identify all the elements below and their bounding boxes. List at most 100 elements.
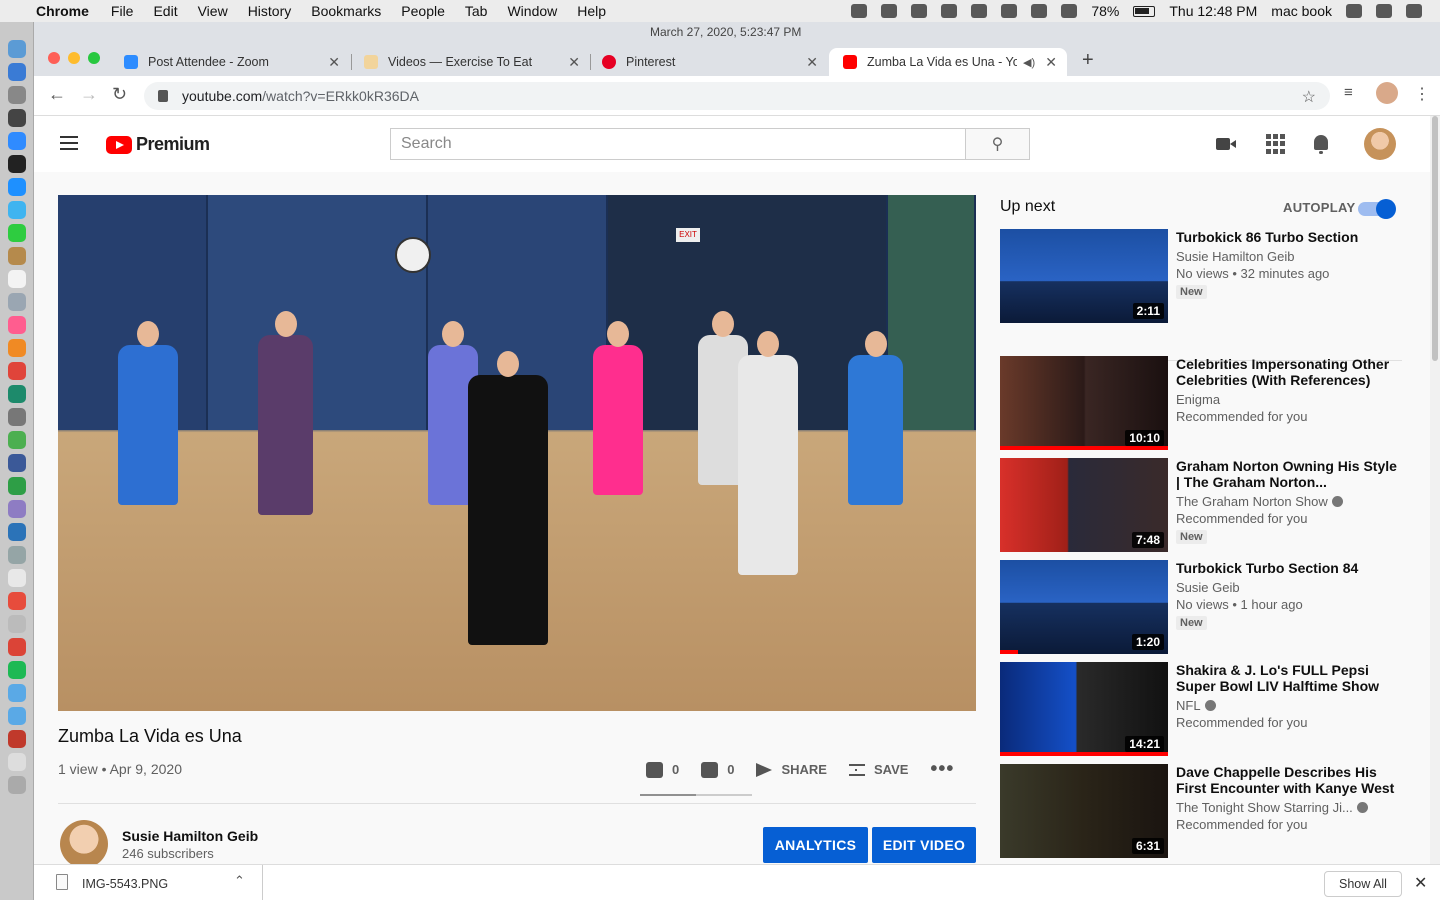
back-arrow-icon[interactable]: ← <box>48 84 66 105</box>
siri-dock-icon[interactable] <box>7 63 26 81</box>
menu-app-name[interactable]: Chrome <box>36 3 89 19</box>
menu-edit[interactable]: Edit <box>153 3 177 19</box>
cloud-icon[interactable] <box>881 4 898 18</box>
reload-icon[interactable]: ↻ <box>112 84 127 105</box>
preview-icon[interactable] <box>7 293 26 311</box>
photo-booth-icon[interactable] <box>7 155 26 173</box>
minimize-window-button[interactable] <box>68 52 80 64</box>
app-icon-9[interactable] <box>7 592 26 610</box>
lock-icon[interactable] <box>158 90 168 102</box>
page-scrollbar[interactable] <box>1430 116 1440 864</box>
video-title[interactable]: Dave Chappelle Describes His First Encou… <box>1176 764 1398 796</box>
close-icon[interactable]: ✕ <box>1414 873 1427 893</box>
tab-zoom[interactable]: Post Attendee - Zoom ✕ <box>110 48 350 76</box>
dislike-button[interactable]: 0 <box>701 761 734 778</box>
more-actions-icon[interactable]: ••• <box>930 758 954 781</box>
app-icon-1[interactable] <box>7 385 26 403</box>
chrome-menu-icon[interactable]: ⋮ <box>1414 84 1430 104</box>
bluetooth-icon[interactable] <box>971 4 988 18</box>
maximize-window-button[interactable] <box>88 52 100 64</box>
search-input[interactable]: Search <box>390 128 966 160</box>
airplay-icon[interactable] <box>1031 4 1048 18</box>
video-thumbnail[interactable]: 10:10 <box>1000 356 1168 450</box>
video-thumbnail[interactable]: 1:20 <box>1000 560 1168 654</box>
audio-playing-icon[interactable]: ◀) <box>1023 56 1035 69</box>
battery-icon[interactable] <box>1133 5 1156 17</box>
chevron-up-icon[interactable]: ⌃ <box>234 873 245 889</box>
dashboard-icon[interactable] <box>7 109 26 127</box>
close-tab-icon[interactable]: ✕ <box>1045 54 1057 71</box>
spotlight-icon[interactable] <box>1346 4 1362 18</box>
app-icon-6[interactable] <box>7 523 26 541</box>
messages-icon[interactable] <box>7 201 26 219</box>
address-bar[interactable]: youtube.com/watch?v=ERkk0kR36DA ☆ <box>144 82 1330 110</box>
download-filename[interactable]: IMG-5543.PNG <box>82 877 168 891</box>
edit-video-button[interactable]: EDIT VIDEO <box>872 827 976 863</box>
photos-icon[interactable] <box>7 362 26 380</box>
tab-pinterest[interactable]: Pinterest ✕ <box>588 48 828 76</box>
launchpad-icon[interactable] <box>7 86 26 104</box>
video-thumbnail[interactable]: 14:21 <box>1000 662 1168 756</box>
new-tab-button[interactable]: + <box>1082 49 1094 72</box>
video-thumbnail[interactable]: 7:48 <box>1000 458 1168 552</box>
menu-history[interactable]: History <box>248 3 292 19</box>
autoplay-toggle[interactable] <box>1358 199 1396 219</box>
recommended-video[interactable]: 1:20 Turbokick Turbo Section 84 Susie Ge… <box>1000 560 1402 654</box>
app-icon-3[interactable] <box>7 454 26 472</box>
tab-exercise-to-eat[interactable]: Videos — Exercise To Eat ✕ <box>350 48 590 76</box>
volume-icon[interactable] <box>1061 4 1078 18</box>
close-tab-icon[interactable]: ✕ <box>806 54 818 71</box>
system-preferences-icon[interactable] <box>7 408 26 426</box>
recommended-video[interactable]: 14:21 Shakira & J. Lo's FULL Pepsi Super… <box>1000 662 1402 756</box>
app-icon-4[interactable] <box>7 477 26 495</box>
document-icon[interactable] <box>7 753 26 771</box>
account-avatar[interactable] <box>1364 128 1396 160</box>
chrome-icon[interactable] <box>7 638 26 656</box>
menu-user[interactable]: mac book <box>1271 3 1332 19</box>
video-thumbnail[interactable]: 2:11 <box>1000 229 1168 323</box>
app-icon-10[interactable] <box>7 730 26 748</box>
menu-window[interactable]: Window <box>507 3 557 19</box>
search-button[interactable]: ⚲ <box>965 128 1030 160</box>
like-button[interactable]: 0 <box>646 761 679 778</box>
menu-tab[interactable]: Tab <box>465 3 488 19</box>
scrollbar-thumb[interactable] <box>1432 116 1438 361</box>
video-title[interactable]: Graham Norton Owning His Style | The Gra… <box>1176 458 1398 490</box>
profile-avatar[interactable] <box>1376 82 1398 104</box>
dropbox-icon[interactable] <box>851 4 868 18</box>
menu-view[interactable]: View <box>198 3 228 19</box>
recommended-video[interactable]: 6:31 Dave Chappelle Describes His First … <box>1000 764 1402 858</box>
downloads-folder-icon[interactable] <box>7 707 26 725</box>
save-button[interactable]: SAVE <box>848 762 908 777</box>
notification-center-icon[interactable] <box>1406 4 1422 18</box>
bookmark-star-icon[interactable]: ☆ <box>1302 87 1316 107</box>
close-window-button[interactable] <box>48 52 60 64</box>
malwarebytes-icon[interactable] <box>911 4 928 18</box>
tab-youtube-active[interactable]: Zumba La Vida es Una - Yo ◀) ✕ <box>829 48 1067 76</box>
forward-arrow-icon[interactable]: → <box>80 84 98 105</box>
finder-icon[interactable] <box>7 40 26 58</box>
facetime-icon[interactable] <box>7 224 26 242</box>
app-icon-2[interactable] <box>7 431 26 449</box>
folder-icon[interactable] <box>7 684 26 702</box>
app-store-icon[interactable] <box>7 132 26 150</box>
recommended-video[interactable]: 10:10 Celebrities Impersonating Other Ce… <box>1000 356 1402 450</box>
channel-avatar[interactable] <box>60 820 108 864</box>
video-title[interactable]: Shakira & J. Lo's FULL Pepsi Super Bowl … <box>1176 662 1398 694</box>
help-icon[interactable] <box>7 615 26 633</box>
recommended-video[interactable]: 7:48 Graham Norton Owning His Style | Th… <box>1000 458 1402 552</box>
share-button[interactable]: SHARE <box>756 762 827 777</box>
video-player[interactable]: EXIT <box>58 195 976 711</box>
channel-name[interactable]: Susie Hamilton Geib <box>122 828 258 844</box>
wifi-icon[interactable] <box>1001 4 1018 18</box>
menu-help[interactable]: Help <box>577 3 606 19</box>
books-icon[interactable] <box>7 339 26 357</box>
spotify-icon[interactable] <box>7 661 26 679</box>
app-icon-7[interactable] <box>7 546 26 564</box>
close-tab-icon[interactable]: ✕ <box>568 54 580 71</box>
analytics-button[interactable]: ANALYTICS <box>763 827 868 863</box>
youtube-premium-logo[interactable]: Premium <box>106 134 210 155</box>
calendar-icon[interactable] <box>7 270 26 288</box>
menu-bookmarks[interactable]: Bookmarks <box>311 3 381 19</box>
app-icon-5[interactable] <box>7 500 26 518</box>
